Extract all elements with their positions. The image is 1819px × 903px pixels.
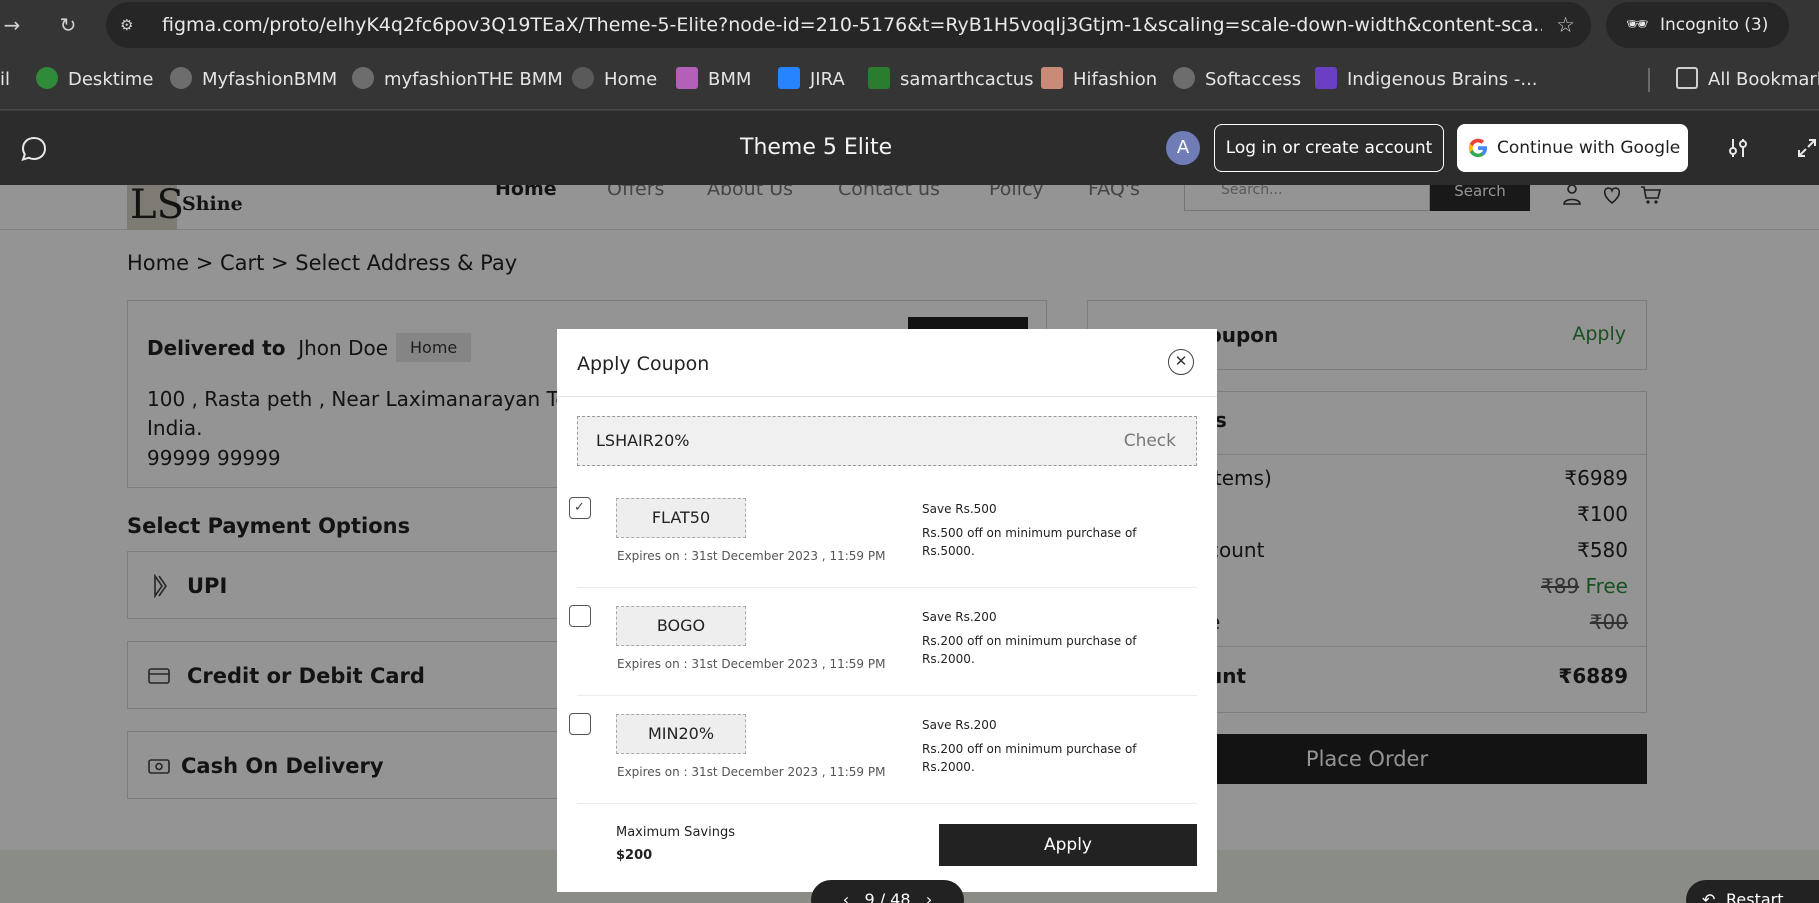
divider <box>557 396 1217 397</box>
incognito-badge[interactable]: 🕶 Incognito (3) <box>1606 2 1789 48</box>
bmm-icon <box>676 67 698 89</box>
coupon-save: Save Rs.500 <box>922 502 997 516</box>
globe-icon <box>170 67 192 89</box>
check-icon: ✓ <box>574 500 585 515</box>
max-savings-label: Maximum Savings <box>616 825 735 840</box>
reload-icon[interactable]: ↻ <box>56 13 80 37</box>
folder-icon <box>1676 67 1698 89</box>
coupon-item[interactable]: BOGO Expires on : 31st December 2023 , 1… <box>569 588 1197 696</box>
max-savings-value: $200 <box>616 848 653 863</box>
bookmarks-divider <box>1648 68 1650 92</box>
coupon-description: Rs.200 off on minimum purchase of Rs.200… <box>922 634 1137 666</box>
continue-with-google-button[interactable]: Continue with Google <box>1457 124 1688 172</box>
prototype-pager[interactable]: ‹ 9 / 48 › <box>811 880 964 903</box>
coupon-item[interactable]: MIN20% Expires on : 31st December 2023 ,… <box>569 696 1197 804</box>
restart-icon: ↶ <box>1702 890 1716 903</box>
coupon-save: Save Rs.200 <box>922 610 997 624</box>
bookmark-item[interactable]: Home <box>572 50 657 110</box>
close-icon[interactable]: ✕ <box>1168 349 1194 375</box>
settings-sliders-icon[interactable] <box>1726 136 1750 160</box>
coupon-expiry: Expires on : 31st December 2023 , 11:59 … <box>617 549 886 563</box>
apply-coupon-button[interactable]: Apply <box>939 824 1197 866</box>
bookmarks-bar: il Desktime MyfashionBMM myfashionTHE BM… <box>0 50 1819 110</box>
google-icon <box>1468 138 1487 157</box>
globe-icon <box>352 67 374 89</box>
forward-icon[interactable]: → <box>0 13 24 37</box>
modal-title: Apply Coupon <box>577 353 710 375</box>
hifashion-icon <box>1041 67 1063 89</box>
coupon-checkbox[interactable]: ✓ <box>569 497 591 519</box>
coupon-code-input[interactable]: LSHAIR20% Check <box>577 416 1197 466</box>
coupon-expiry: Expires on : 31st December 2023 , 11:59 … <box>617 765 886 779</box>
cactus-icon <box>868 67 890 89</box>
star-icon[interactable]: ☆ <box>1556 14 1575 36</box>
restart-label: Restart <box>1726 890 1784 903</box>
prototype-title: Theme 5 Elite <box>740 135 893 160</box>
page-counter: 9 / 48 <box>864 890 911 903</box>
address-bar[interactable]: ⚙ figma.com/proto/eIhyK4q2fc6pov3Q19TEaX… <box>106 2 1591 48</box>
url-text[interactable]: figma.com/proto/eIhyK4q2fc6pov3Q19TEaX/T… <box>162 2 1542 48</box>
bookmark-item[interactable]: myfashionTHE BMM <box>352 50 563 110</box>
bookmark-item[interactable]: samarthcactus <box>868 50 1034 110</box>
coupon-item[interactable]: ✓ FLAT50 Expires on : 31st December 2023… <box>569 480 1197 588</box>
coupon-checkbox[interactable] <box>569 605 591 627</box>
comment-icon[interactable] <box>20 135 48 163</box>
browser-toolbar: → ↻ ⚙ figma.com/proto/eIhyK4q2fc6pov3Q19… <box>0 0 1819 50</box>
bookmark-item[interactable]: Hifashion <box>1041 50 1157 110</box>
desktime-icon <box>36 67 58 89</box>
avatar[interactable]: A <box>1166 131 1200 165</box>
coupon-code: FLAT50 <box>616 498 746 538</box>
coupon-description: Rs.200 off on minimum purchase of Rs.200… <box>922 742 1137 774</box>
coupon-code: MIN20% <box>616 714 746 754</box>
check-button[interactable]: Check <box>1124 417 1176 465</box>
bookmark-item[interactable]: il <box>0 50 10 110</box>
bookmark-item[interactable]: Desktime <box>36 50 153 110</box>
all-bookmarks[interactable]: All Bookmarks <box>1676 50 1819 110</box>
login-button[interactable]: Log in or create account <box>1214 124 1444 172</box>
coupon-expiry: Expires on : 31st December 2023 , 11:59 … <box>617 657 886 671</box>
incognito-label: Incognito (3) <box>1660 15 1769 35</box>
bookmark-item[interactable]: MyfashionBMM <box>170 50 337 110</box>
google-button-label: Continue with Google <box>1497 138 1681 158</box>
coupon-save: Save Rs.200 <box>922 718 997 732</box>
chevron-right-icon[interactable]: › <box>926 890 932 903</box>
globe-icon <box>572 67 594 89</box>
bookmark-item[interactable]: JIRA <box>778 50 845 110</box>
coupon-checkbox[interactable] <box>569 713 591 735</box>
bookmark-item[interactable]: Indigenous Brains -... <box>1315 50 1538 110</box>
bookmark-item[interactable]: BMM <box>676 50 751 110</box>
coupon-description: Rs.500 off on minimum purchase of Rs.500… <box>922 526 1137 558</box>
restart-button[interactable]: ↶ Restart <box>1686 880 1819 903</box>
expand-icon[interactable] <box>1795 136 1819 160</box>
incognito-icon: 🕶 <box>1626 14 1649 35</box>
bookmark-item[interactable]: Softaccess <box>1173 50 1301 110</box>
coupon-code: BOGO <box>616 606 746 646</box>
jira-icon <box>778 67 800 89</box>
coupon-code-value[interactable]: LSHAIR20% <box>596 417 689 465</box>
site-info-icon[interactable]: ⚙ <box>120 15 140 35</box>
apply-coupon-modal: Apply Coupon ✕ LSHAIR20% Check ✓ FLAT50 … <box>557 329 1217 892</box>
globe-icon <box>1173 67 1195 89</box>
chevron-left-icon[interactable]: ‹ <box>843 890 849 903</box>
indigenous-icon <box>1315 67 1337 89</box>
